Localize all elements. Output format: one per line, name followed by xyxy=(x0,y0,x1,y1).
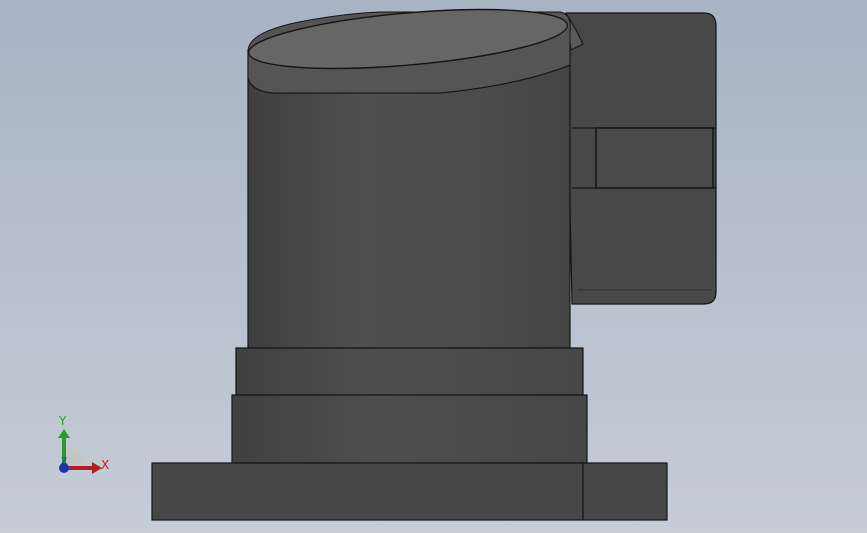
axis-triad: Y X Z xyxy=(48,412,118,482)
z-axis-label: Z xyxy=(61,457,68,467)
3d-viewport[interactable]: Y X Z xyxy=(0,0,867,533)
connector-housing[interactable] xyxy=(565,12,717,305)
model-view[interactable] xyxy=(0,0,867,533)
x-axis-label: X xyxy=(101,458,110,472)
lower-ring[interactable] xyxy=(231,394,588,464)
upper-ring[interactable] xyxy=(235,347,584,396)
y-axis-arrow xyxy=(58,429,70,438)
top-cap[interactable] xyxy=(246,0,571,94)
base-plate[interactable] xyxy=(151,462,668,521)
main-cylinder[interactable] xyxy=(247,49,571,349)
connector-window xyxy=(595,127,714,189)
y-axis-label: Y xyxy=(59,414,67,428)
